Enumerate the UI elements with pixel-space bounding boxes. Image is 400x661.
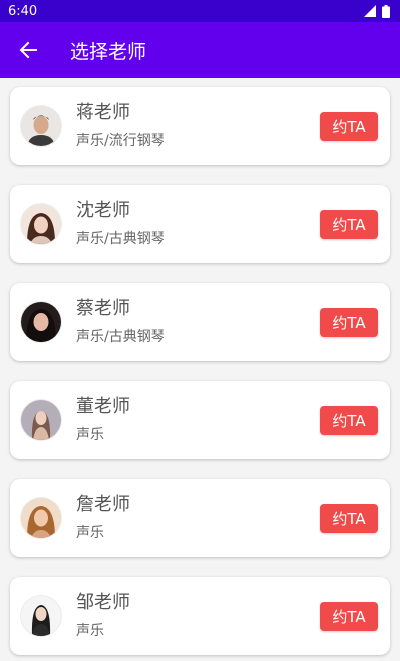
book-button[interactable]: 约TA — [320, 503, 378, 533]
status-time: 6:40 — [8, 3, 38, 19]
teacher-subject: 声乐/古典钢琴 — [76, 231, 165, 247]
teacher-avatar — [21, 204, 61, 244]
teacher-subject: 声乐 — [76, 623, 104, 639]
battery-icon — [382, 4, 390, 18]
status-icons — [364, 4, 390, 18]
teacher-subject: 声乐/流行钢琴 — [76, 133, 165, 149]
book-button[interactable]: 约TA — [320, 307, 378, 337]
teacher-card[interactable]: 邹老师 声乐 约TA — [10, 577, 390, 655]
teacher-card[interactable]: 沈老师 声乐/古典钢琴 约TA — [10, 185, 390, 263]
teacher-subject: 声乐/古典钢琴 — [76, 329, 165, 345]
book-button[interactable]: 约TA — [320, 601, 378, 631]
teacher-info: 蒋老师 声乐/流行钢琴 — [76, 102, 320, 150]
teacher-name: 沈老师 — [76, 200, 130, 221]
status-bar: 6:40 — [0, 0, 400, 22]
teacher-info: 詹老师 声乐 — [76, 494, 320, 542]
page-title: 选择老师 — [70, 40, 147, 63]
teacher-info: 沈老师 声乐/古典钢琴 — [76, 200, 320, 248]
teacher-avatar — [21, 596, 61, 636]
teacher-card[interactable]: 董老师 声乐 约TA — [10, 381, 390, 459]
teacher-name: 蒋老师 — [76, 102, 130, 123]
teacher-card[interactable]: 蔡老师 声乐/古典钢琴 约TA — [10, 283, 390, 361]
back-button[interactable] — [16, 38, 40, 62]
teacher-name: 蔡老师 — [76, 298, 130, 319]
teacher-avatar — [21, 498, 61, 538]
arrow-back-icon — [19, 41, 37, 59]
book-button[interactable]: 约TA — [320, 405, 378, 435]
teacher-avatar — [21, 302, 61, 342]
teacher-info: 董老师 声乐 — [76, 396, 320, 444]
teacher-info: 邹老师 声乐 — [76, 592, 320, 640]
app-bar: 选择老师 — [0, 22, 400, 78]
teacher-avatar — [21, 400, 61, 440]
teacher-subject: 声乐 — [76, 427, 104, 443]
teacher-list: 蒋老师 声乐/流行钢琴 约TA 沈老师 声乐/古典钢琴 约TA 蔡老师 声乐/古… — [0, 78, 400, 655]
book-button[interactable]: 约TA — [320, 209, 378, 239]
teacher-name: 邹老师 — [76, 592, 130, 613]
teacher-card[interactable]: 蒋老师 声乐/流行钢琴 约TA — [10, 87, 390, 165]
teacher-info: 蔡老师 声乐/古典钢琴 — [76, 298, 320, 346]
book-button[interactable]: 约TA — [320, 111, 378, 141]
signal-icon — [364, 5, 376, 17]
teacher-avatar — [21, 106, 61, 146]
teacher-subject: 声乐 — [76, 525, 104, 541]
teacher-card[interactable]: 詹老师 声乐 约TA — [10, 479, 390, 557]
teacher-name: 董老师 — [76, 396, 130, 417]
teacher-name: 詹老师 — [76, 494, 130, 515]
